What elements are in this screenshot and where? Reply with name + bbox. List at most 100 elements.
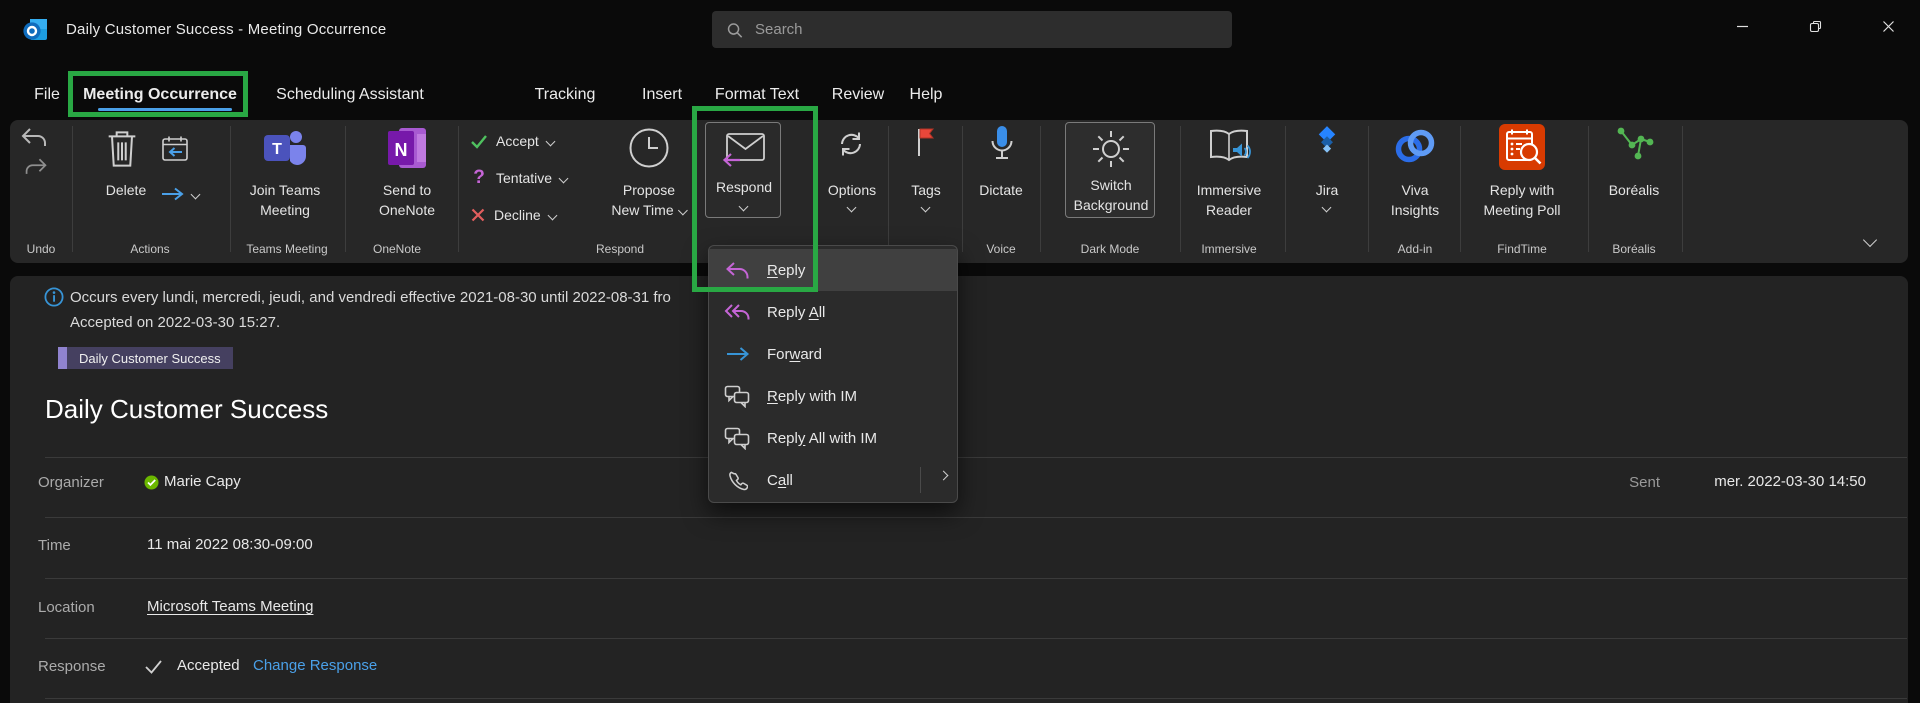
- accept-button[interactable]: Accept: [470, 130, 556, 152]
- decline-button[interactable]: Decline: [470, 204, 558, 226]
- immersive-label-2: Reader: [1206, 202, 1252, 218]
- tab-file[interactable]: File: [34, 86, 60, 104]
- meeting-poll-label-1: Reply with: [1489, 182, 1555, 198]
- menu-item-reply-all-with-im[interactable]: Reply All with IM: [709, 417, 957, 459]
- switch-bg-label-2: Background: [1073, 197, 1149, 213]
- tab-help[interactable]: Help: [910, 86, 943, 104]
- accept-label: Accept: [496, 133, 539, 149]
- organizer-name[interactable]: Marie Capy: [164, 473, 241, 490]
- tab-scheduling-assistant[interactable]: Scheduling Assistant: [276, 86, 424, 104]
- delete-button[interactable]: [106, 128, 138, 175]
- menu-item-reply[interactable]: Reply: [709, 249, 957, 291]
- reply-icon: [723, 261, 751, 280]
- menu-item-call[interactable]: Call: [709, 459, 957, 501]
- change-response-link[interactable]: Change Response: [253, 657, 377, 674]
- borealis-button[interactable]: [1612, 126, 1656, 218]
- tab-meeting-occurrence[interactable]: Meeting Occurrence: [83, 86, 237, 104]
- tentative-button[interactable]: ? Tentative: [470, 167, 569, 189]
- group-label-borealis: Boréalis: [1612, 242, 1656, 256]
- tab-format-text[interactable]: Format Text: [715, 86, 799, 104]
- tab-tracking[interactable]: Tracking: [535, 86, 596, 104]
- divider: [45, 517, 1907, 518]
- divider: [45, 698, 1907, 699]
- undo-icon: [21, 128, 46, 146]
- tab-insert[interactable]: Insert: [642, 86, 682, 104]
- switch-bg-label-1: Switch: [1090, 177, 1132, 193]
- response-check-icon: [145, 660, 162, 674]
- minimize-button[interactable]: [1719, 0, 1765, 52]
- undo-button[interactable]: [20, 128, 48, 153]
- meeting-poll-icon: [1499, 124, 1545, 170]
- propose-label-2: New Time: [611, 202, 689, 218]
- respond-button[interactable]: Respond: [705, 122, 781, 218]
- trash-icon: [108, 131, 136, 167]
- viva-label-1: Viva: [1401, 182, 1429, 198]
- move-button[interactable]: [160, 186, 201, 202]
- time-value: 11 mai 2022 08:30-09:00: [147, 536, 313, 553]
- title-bar: Daily Customer Success - Meeting Occurre…: [0, 0, 1920, 58]
- search-input[interactable]: [753, 20, 1218, 39]
- menu-item-reply-with-im[interactable]: Reply with IM: [709, 375, 957, 417]
- dictate-button[interactable]: [988, 124, 1016, 218]
- search-icon: [727, 22, 743, 38]
- ribbon-divider: [1368, 126, 1369, 252]
- category-badge[interactable]: Daily Customer Success: [58, 347, 233, 369]
- tentative-question-icon: ?: [473, 167, 485, 188]
- jira-label: Jira: [1315, 182, 1339, 198]
- forward-icon: [723, 346, 751, 362]
- accept-check-icon: [471, 134, 487, 149]
- menu-item-reply-all[interactable]: Reply All: [709, 291, 957, 333]
- chevron-down-icon: [558, 173, 569, 183]
- chevron-down-icon: [190, 189, 201, 199]
- sun-icon: [1093, 131, 1129, 167]
- viva-insights-icon: [1395, 129, 1435, 163]
- info-icon: [44, 287, 64, 307]
- tab-review[interactable]: Review: [832, 86, 884, 104]
- group-label-dark-mode: Dark Mode: [1080, 242, 1140, 256]
- respond-envelope-icon: [722, 133, 765, 167]
- group-label-undo: Undo: [26, 242, 56, 256]
- ribbon-divider: [1682, 126, 1683, 252]
- active-tab-indicator: [98, 108, 232, 111]
- location-link[interactable]: Microsoft Teams Meeting: [147, 598, 313, 615]
- respond-label: Respond: [715, 179, 773, 195]
- divider: [45, 578, 1907, 579]
- response-label: Response: [38, 658, 106, 675]
- outlook-window: Daily Customer Success - Meeting Occurre…: [0, 0, 1920, 703]
- ribbon-divider: [1588, 126, 1589, 252]
- response-status: Accepted: [177, 657, 240, 674]
- ribbon-divider: [1180, 126, 1181, 252]
- im-chat-icon: [723, 427, 751, 450]
- group-label-immersive: Immersive: [1201, 242, 1257, 256]
- calendar-arrow-icon: [162, 136, 188, 161]
- ribbon: Delete T Join Teams Meeting N Send to On…: [10, 120, 1908, 263]
- window-title: Daily Customer Success - Meeting Occurre…: [66, 21, 387, 38]
- group-label-voice: Voice: [986, 242, 1016, 256]
- chevron-down-icon: [738, 201, 749, 212]
- decline-x-icon: [471, 208, 485, 222]
- dictate-label: Dictate: [979, 182, 1023, 198]
- switch-background-button[interactable]: Switch Background: [1065, 122, 1155, 218]
- sent-label: Sent: [1629, 474, 1660, 491]
- close-button[interactable]: [1865, 0, 1911, 52]
- meeting-poll-label-2: Meeting Poll: [1483, 202, 1561, 218]
- onenote-icon: N: [388, 128, 426, 168]
- group-label-add-in: Add-in: [1397, 242, 1433, 256]
- borealis-label: Boréalis: [1608, 182, 1660, 198]
- ribbon-divider: [345, 126, 346, 252]
- remove-from-calendar-button[interactable]: [160, 134, 190, 169]
- join-teams-label-1: Join Teams: [249, 182, 321, 198]
- chevron-right-icon: [938, 470, 949, 481]
- svg-text:N: N: [395, 140, 408, 160]
- redo-icon: [25, 158, 47, 174]
- restore-button[interactable]: [1792, 0, 1838, 52]
- delete-label: Delete: [105, 182, 147, 198]
- presence-accepted-icon: [144, 475, 159, 490]
- redo-button[interactable]: [24, 158, 48, 181]
- send-onenote-label-2: OneNote: [378, 202, 436, 218]
- menu-item-forward[interactable]: Forward: [709, 333, 957, 375]
- chevron-down-icon: [678, 205, 689, 215]
- collapse-ribbon-button[interactable]: [1858, 230, 1882, 250]
- submenu-divider: [920, 467, 921, 493]
- search-bar[interactable]: [712, 11, 1232, 48]
